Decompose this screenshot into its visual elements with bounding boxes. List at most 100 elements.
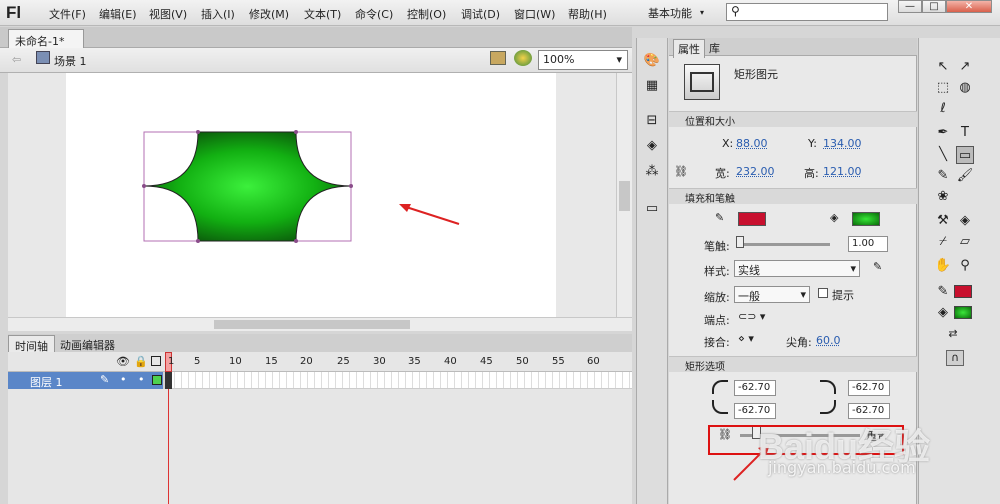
close-window-button[interactable]: ✕ xyxy=(946,0,992,13)
menu-modify[interactable]: 修改(M) xyxy=(249,6,289,22)
fill-color-swatch[interactable] xyxy=(852,212,880,226)
join-select[interactable]: ⋄ ▾ xyxy=(738,332,754,345)
corner-radius-bl[interactable]: -62.70 xyxy=(734,403,776,419)
free-transform-icon[interactable]: ⬚ xyxy=(934,79,952,97)
pencil-tool-icon[interactable]: ✎ xyxy=(934,167,952,185)
eraser-icon[interactable]: ▱ xyxy=(956,233,974,251)
info-icon[interactable]: ◈ xyxy=(643,137,661,155)
miter-value[interactable]: 60.0 xyxy=(816,334,841,347)
tab-motion-editor[interactable]: 动画编辑器 xyxy=(54,335,121,352)
layer-row[interactable]: 图层 1 ✎ • • xyxy=(8,372,163,389)
menu-insert[interactable]: 插入(I) xyxy=(201,6,235,22)
line-tool-icon[interactable]: ╲ xyxy=(934,146,952,164)
transform-icon[interactable]: ⁂ xyxy=(643,163,661,181)
menu-window[interactable]: 窗口(W) xyxy=(514,6,555,22)
menu-edit[interactable]: 编辑(E) xyxy=(99,6,137,22)
align-icon[interactable]: ⊟ xyxy=(643,112,661,130)
timeline-header xyxy=(8,352,632,372)
back-arrow-icon[interactable]: ⇦ xyxy=(12,53,21,66)
lock-icon[interactable]: 🔒 xyxy=(134,355,148,368)
menu-debug[interactable]: 调试(D) xyxy=(461,6,500,22)
y-value[interactable]: 134.00 xyxy=(823,137,862,150)
width-label: 宽: xyxy=(715,167,730,180)
text-tool-icon[interactable]: T xyxy=(956,124,974,142)
maximize-button[interactable]: □ xyxy=(922,0,946,13)
menu-commands[interactable]: 命令(C) xyxy=(355,6,393,22)
style-select[interactable]: 实线 ▾ xyxy=(734,260,860,277)
keyframe[interactable] xyxy=(165,372,172,389)
components-icon[interactable]: ▭ xyxy=(643,200,661,218)
corner-radius-br[interactable]: -62.70 xyxy=(848,403,890,419)
paint-bucket-icon[interactable]: ◈ xyxy=(956,212,974,230)
pencil-icon: ✎ xyxy=(100,373,110,386)
frame-strip[interactable] xyxy=(168,372,632,389)
tab-properties[interactable]: 属性 xyxy=(673,39,705,58)
zoom-tool-icon[interactable]: ⚲ xyxy=(956,257,974,275)
dot-icon: • xyxy=(120,373,127,386)
hint-checkbox[interactable] xyxy=(818,288,828,298)
edit-stroke-style-icon[interactable]: ✎ xyxy=(873,260,882,273)
scale-select[interactable]: 一般 ▾ xyxy=(734,286,810,303)
bone-tool-icon[interactable]: ⚒ xyxy=(934,212,952,230)
document-tab-label: 未命名-1* xyxy=(15,35,65,48)
tab-timeline[interactable]: 时间轴 xyxy=(8,335,55,353)
brush-tool-icon[interactable]: 🖌 xyxy=(956,167,974,185)
edit-scene-icon[interactable] xyxy=(490,51,506,65)
height-label: 高: xyxy=(804,167,819,180)
swap-colors-icon[interactable]: ⇄ xyxy=(944,325,962,343)
frame-number: 30 xyxy=(373,356,386,367)
swatches-icon[interactable]: ▦ xyxy=(643,77,661,95)
snap-magnet-icon[interactable]: ∩ xyxy=(946,350,964,366)
stroke-color-icon: ✎ xyxy=(937,284,949,299)
section-rect-options[interactable]: 矩形选项 xyxy=(669,356,917,373)
minimize-button[interactable]: — xyxy=(898,0,922,13)
rect-tool-icon[interactable]: ▭ xyxy=(956,146,974,164)
link-icon[interactable]: ⛓ xyxy=(674,165,688,178)
cap-select[interactable]: ⊂⊃ ▾ xyxy=(738,310,765,323)
rect-primitive-icon xyxy=(684,64,720,100)
y-label: Y: xyxy=(808,137,817,150)
corner-radius-tr[interactable]: -62.70 xyxy=(848,380,890,396)
style-value: 实线 xyxy=(738,264,760,277)
eye-icon[interactable]: 👁 xyxy=(116,355,130,368)
3d-rotation-icon[interactable]: ◍ xyxy=(956,79,974,97)
stroke-input[interactable]: 1.00 xyxy=(848,236,888,252)
chevron-down-icon[interactable]: ▾ xyxy=(700,8,704,17)
outline-icon[interactable] xyxy=(151,356,161,366)
section-fill-stroke[interactable]: 填充和笔触 xyxy=(669,188,917,205)
menu-control[interactable]: 控制(O) xyxy=(407,6,446,22)
zoom-select[interactable]: 100% ▾ xyxy=(538,50,628,70)
hint-label: 提示 xyxy=(832,289,854,302)
eyedropper-icon[interactable]: ⌿ xyxy=(934,233,952,251)
horizontal-scrollbar[interactable] xyxy=(8,317,632,331)
pen-tool-icon[interactable]: ✒ xyxy=(934,124,952,142)
color-icon[interactable]: 🎨 xyxy=(643,52,661,70)
stroke-color-tool[interactable] xyxy=(954,285,972,298)
menu-text[interactable]: 文本(T) xyxy=(304,6,341,22)
lasso-icon[interactable]: ℓ xyxy=(934,100,952,118)
width-value[interactable]: 232.00 xyxy=(736,165,775,178)
x-value[interactable]: 88.00 xyxy=(736,137,768,150)
stroke-color-swatch[interactable] xyxy=(738,212,766,226)
height-value[interactable]: 121.00 xyxy=(823,165,862,178)
deco-tool-icon[interactable]: ❀ xyxy=(934,188,952,206)
workspace-switcher[interactable]: 基本功能 xyxy=(648,5,692,21)
vertical-scrollbar[interactable] xyxy=(616,73,632,317)
stroke-slider-thumb[interactable] xyxy=(736,236,744,248)
document-tab[interactable]: 未命名-1* × xyxy=(8,29,84,62)
menu-view[interactable]: 视图(V) xyxy=(149,6,187,22)
selection-tool-icon[interactable]: ↖ xyxy=(934,58,952,76)
menu-help[interactable]: 帮助(H) xyxy=(568,6,607,22)
hand-tool-icon[interactable]: ✋ xyxy=(934,257,952,275)
app-logo: Fl xyxy=(6,3,22,22)
corner-radius-tl[interactable]: -62.70 xyxy=(734,380,776,396)
fill-color-tool[interactable] xyxy=(954,306,972,319)
section-position-size[interactable]: 位置和大小 xyxy=(669,111,917,128)
subselection-tool-icon[interactable]: ↗ xyxy=(956,58,974,76)
menu-file[interactable]: 文件(F) xyxy=(49,6,86,22)
rect-primitive-shape[interactable] xyxy=(140,128,356,246)
edit-symbol-icon[interactable] xyxy=(514,50,532,66)
tab-library[interactable]: 库 xyxy=(709,40,720,56)
search-input[interactable] xyxy=(726,3,888,21)
stroke-slider[interactable] xyxy=(736,243,830,246)
